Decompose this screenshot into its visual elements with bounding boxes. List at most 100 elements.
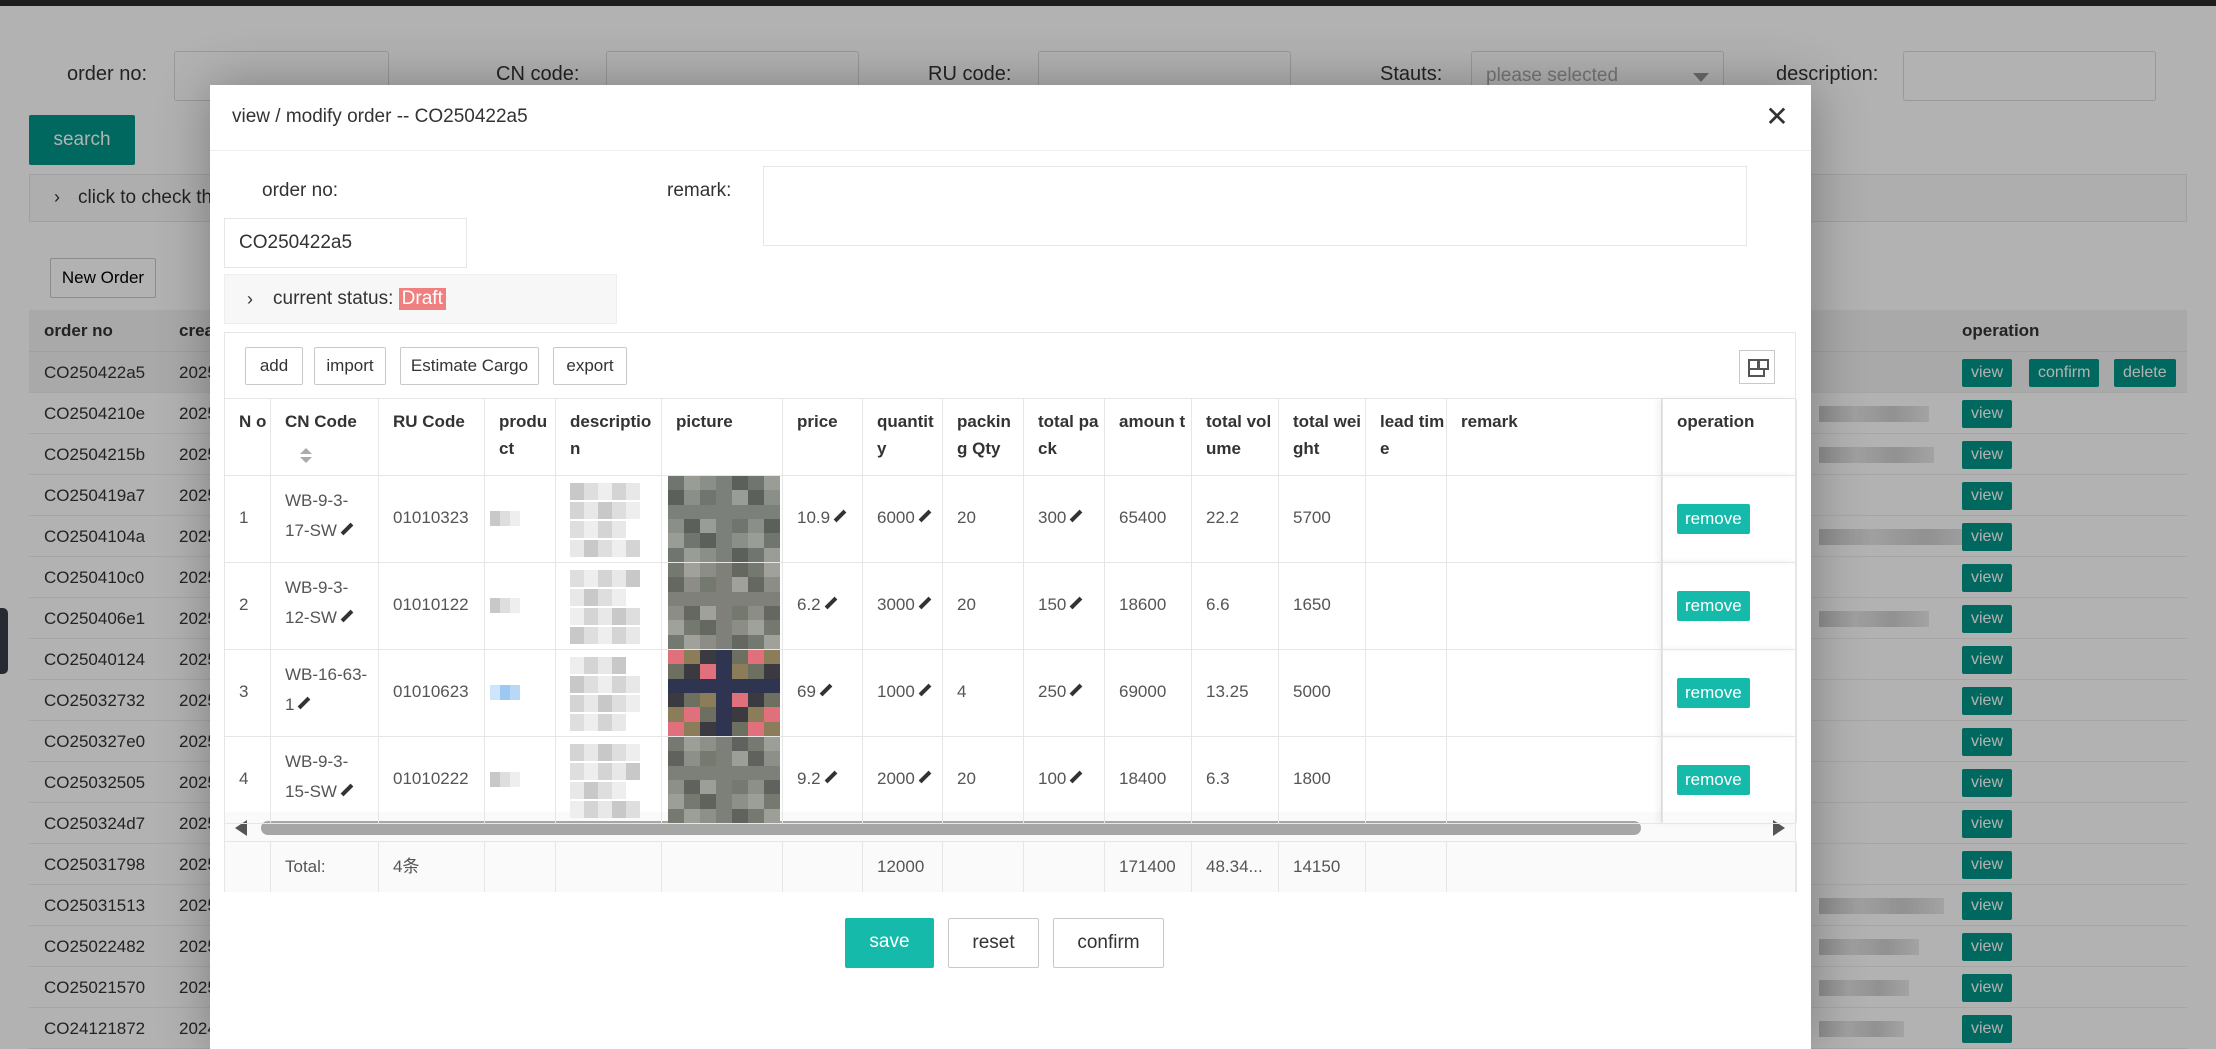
packing-qty-cell-text: 20 [957,768,976,788]
picture-pixel [748,591,764,607]
picture-pixel [716,650,732,665]
total-cell: 12000 [863,842,943,892]
sort-icon-down[interactable] [300,457,312,463]
quantity-cell-text: 2000 [877,769,932,789]
picture-pixel [764,547,780,563]
cn-code-cell[interactable]: WB-16-63- 1 [271,649,379,736]
edit-pencil-icon[interactable] [819,684,833,698]
operation-cell: remove [1662,649,1797,736]
picture-pixel [700,765,716,781]
order-no-input[interactable]: CO250422a5 [224,218,467,268]
status-label: current status: [273,288,394,309]
edit-pencil-icon[interactable] [1069,597,1083,611]
confirm-button[interactable]: confirm [1053,918,1164,968]
export-button[interactable]: export [553,347,627,385]
ru-code-cell-text: 01010122 [393,594,469,614]
total-pack-cell-text: 250 [1038,682,1083,702]
save-button[interactable]: save [845,918,934,968]
edit-pencil-icon[interactable] [918,597,932,611]
total-weight-cell-text: 5000 [1293,681,1331,701]
edit-pencil-icon[interactable] [297,697,311,711]
product-picture[interactable] [662,475,783,563]
remove-button[interactable]: remove [1677,764,1750,795]
redacted-block [612,801,626,818]
product-cell [485,475,556,562]
edit-pencil-icon[interactable] [340,523,354,537]
picture-pixel [668,808,684,824]
redacted-block [570,676,584,693]
cn-code-cell[interactable]: WB-9-3- 15-SW [271,736,379,823]
picture-pixel [668,476,684,491]
product-picture[interactable] [662,649,783,737]
col-header-amount: amoun t [1105,399,1192,475]
picture-pixel [764,490,780,506]
lead-time-cell [1366,649,1447,736]
picture-pixel [732,518,748,534]
cn-code-cell[interactable]: WB-9-3- 12-SW [271,562,379,649]
edit-pencil-icon[interactable] [918,771,932,785]
add-button[interactable]: add [245,347,303,385]
redacted-block [570,483,584,500]
total-cell [1447,842,1797,892]
remove-button[interactable]: remove [1677,590,1750,621]
product-cell [485,649,556,736]
edit-pencil-icon[interactable] [340,610,354,624]
picture-pixel [668,692,684,708]
picture-pixel [748,476,764,491]
picture-pixel [748,650,764,665]
sort-icon[interactable] [300,448,312,454]
product-picture[interactable] [662,562,783,650]
picture-pixel [684,678,700,694]
picture-pixel [748,765,764,781]
edit-pencil-icon[interactable] [1069,771,1083,785]
picture-pixel [732,765,748,781]
product-picture[interactable] [662,736,783,824]
cn-code-line2: 17-SW [285,521,337,540]
edit-pencil-icon[interactable] [824,771,838,785]
row-no-cell: 3 [225,649,271,736]
status-collapse[interactable]: › current status: Draft [224,274,617,324]
total-pack-cell: 100 [1024,736,1105,823]
picture-pixel [700,634,716,650]
redacted-block [490,510,500,526]
redacted-block [598,676,612,693]
edit-pencil-icon[interactable] [340,784,354,798]
col-header-cn-code[interactable]: CN Code [271,399,379,475]
cn-code-cell[interactable]: WB-9-3- 17-SW [271,475,379,562]
edit-pencil-icon[interactable] [918,510,932,524]
picture-pixel [764,692,780,708]
edit-pencil-icon[interactable] [1069,510,1083,524]
remark-textarea[interactable] [763,166,1747,246]
edit-pencil-icon[interactable] [918,684,932,698]
close-icon[interactable]: ✕ [1763,103,1791,131]
redacted-block [584,521,598,538]
columns-toggle-icon[interactable] [1739,350,1775,384]
edit-pencil-icon[interactable] [824,597,838,611]
redacted-block [612,695,626,712]
redacted-block [570,763,584,780]
col-header-description: descriptio n [556,399,662,475]
edit-pencil-icon[interactable] [833,510,847,524]
redacted-block [626,570,640,587]
edit-pencil-icon[interactable] [1069,684,1083,698]
picture-pixel [748,547,764,563]
total-cell [556,842,662,892]
import-button[interactable]: import [314,347,386,385]
picture-pixel [684,707,700,723]
redacted-block [500,510,510,526]
picture-pixel [716,664,732,680]
picture-pixel [700,751,716,767]
remove-button[interactable]: remove [1677,503,1750,534]
quantity-cell: 1000 [863,649,943,736]
total-cell [225,842,271,892]
total-cell [662,842,783,892]
reset-button[interactable]: reset [948,918,1039,968]
total-cell: 171400 [1105,842,1192,892]
picture-pixel [700,504,716,520]
estimate-cargo-button[interactable]: Estimate Cargo [400,347,539,385]
picture-pixel [668,577,684,593]
remove-button[interactable]: remove [1677,677,1750,708]
redacted-block [584,763,598,780]
redacted-block [584,483,598,500]
picture-pixel [764,678,780,694]
